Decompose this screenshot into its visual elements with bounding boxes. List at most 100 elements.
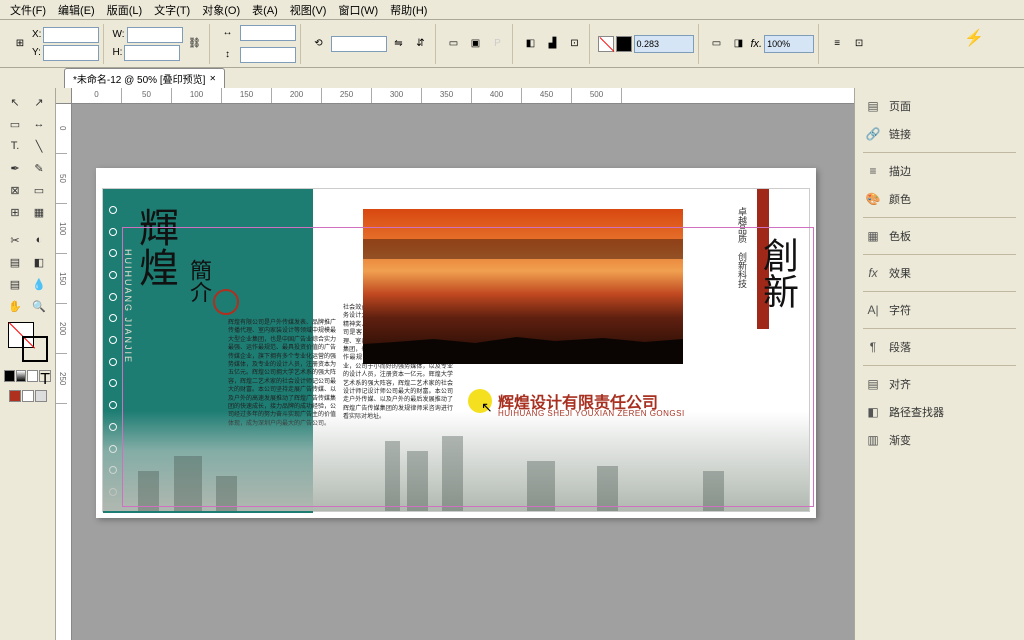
document-tab[interactable]: *未命名-12 @ 50% [叠印预览] ✕ [64,68,225,88]
mode-normal-icon[interactable] [9,390,21,402]
panel-pathfinder[interactable]: ◧路径查找器 [855,398,1024,426]
mode-preview-icon[interactable] [22,390,34,402]
ruler-vertical[interactable]: 050100150200250 [56,104,72,640]
constrain-icon[interactable]: ⛓ [185,34,205,54]
panel-link[interactable]: 🔗链接 [855,120,1024,148]
menu-object[interactable]: 对象(O) [196,0,246,20]
reference-point-icon[interactable]: ⊞ [10,34,30,54]
title-calligraphy: 輝煌 [135,207,175,287]
stroke-swatch[interactable] [616,36,632,52]
pathfinder-a-icon[interactable]: ◧ [521,34,541,54]
scale-y-icon[interactable]: ↕ [218,45,238,65]
rotate-icon[interactable]: ⟲ [309,34,329,54]
stroke-weight-input[interactable]: 0.283 [634,35,694,53]
hand-tool[interactable]: ✋ [4,296,26,316]
panel-align[interactable]: ▤对齐 [855,370,1024,398]
menu-window[interactable]: 窗口(W) [332,0,384,20]
flip-v-icon[interactable]: ⇵ [411,34,431,54]
select-content-icon[interactable]: ▣ [466,34,486,54]
para-icon: ¶ [865,340,881,354]
apply-color-icon[interactable] [4,370,15,382]
w-label: W: [112,29,124,40]
apply-none-icon[interactable] [27,370,38,382]
control-bar: ⊞ X: Y: W: H: ⛓ ↔ ↕ ⟲ ⇋ ⇵ ▭ ▣ P ◧ ▟ ⊡ 0 [0,20,1024,68]
panel-fx[interactable]: fx效果 [855,259,1024,287]
fill-swatch[interactable] [598,36,614,52]
menu-file[interactable]: 文件(F) [4,0,52,20]
selection-tool[interactable]: ↖ [4,92,26,112]
type-tool[interactable]: T. [4,136,26,156]
panel-color[interactable]: 🎨颜色 [855,185,1024,213]
panel-stroke[interactable]: ≡描边 [855,157,1024,185]
menu-help[interactable]: 帮助(H) [384,0,433,20]
ruler-horizontal[interactable]: 050100150200250300350400450500 [72,88,854,104]
apply-gradient-icon[interactable] [16,370,27,382]
artboard[interactable]: HUIHUANG JIANJIE HUIHUANG JIANJIE HUIHUA… [96,168,816,518]
canvas-area[interactable]: 050100150200250300350400450500 050100150… [56,88,854,640]
h-input[interactable] [124,45,180,61]
rectangle-frame-tool[interactable]: ⊠ [4,180,26,200]
scale-x-icon[interactable]: ↔ [218,23,238,43]
pen-tool[interactable]: ✒ [4,158,26,178]
line-tool[interactable]: ╲ [28,136,50,156]
document-tabbar: *未命名-12 @ 50% [叠印预览] ✕ [0,68,1024,88]
fx-icon[interactable]: ▭ [707,34,727,54]
drop-shadow-icon[interactable]: ◨ [729,34,749,54]
grid-tool[interactable]: ▦ [28,202,50,222]
gradient-feather-tool[interactable]: ◧ [28,252,50,272]
table-tool[interactable]: ⊞ [4,202,26,222]
char-icon: A| [865,303,881,317]
fx-label-icon[interactable]: fx. [751,38,763,50]
free-transform-tool[interactable]: ◐ [28,230,50,250]
red-circle-icon [213,289,239,315]
y-label: Y: [32,47,41,58]
innovation-calligraphy: 創新 [752,237,804,309]
gap-tool[interactable]: ↔ [28,114,50,134]
lightning-icon[interactable]: ⚡ [964,28,984,48]
panel-gradient[interactable]: ▥渐变 [855,426,1024,454]
scissors-tool[interactable]: ✂ [4,230,26,250]
scale-y-input[interactable] [240,47,296,63]
rotate-input[interactable] [331,36,387,52]
x-input[interactable] [43,27,99,43]
scale-x-input[interactable] [240,25,296,41]
fx-panel-icon: fx [865,266,881,280]
gradient-swatch-tool[interactable]: ▤ [4,252,26,272]
mode-bleed-icon[interactable] [35,390,47,402]
menu-view[interactable]: 视图(V) [284,0,333,20]
menu-layout[interactable]: 版面(L) [101,0,148,20]
panel-char[interactable]: A|字符 [855,296,1024,324]
menu-edit[interactable]: 编辑(E) [52,0,101,20]
rectangle-tool[interactable]: ▭ [28,180,50,200]
zoom-tool[interactable]: 🔍 [28,296,50,316]
y-input[interactable] [43,45,99,61]
corners-icon[interactable]: ⊡ [849,34,869,54]
panel-swatch[interactable]: ▦色板 [855,222,1024,250]
eyedropper-tool[interactable]: 💧 [28,274,50,294]
menubar: 文件(F) 编辑(E) 版面(L) 文字(T) 对象(O) 表(A) 视图(V)… [0,0,1024,20]
fill-stroke-proxy[interactable] [8,322,48,362]
pathfinder-b-icon[interactable]: ▟ [543,34,563,54]
opacity-input[interactable]: 100% [764,35,814,53]
page-tool[interactable]: ▭ [4,114,26,134]
text-letter-icon[interactable]: P [488,34,508,54]
tagline-vertical: 卓越品质 创新科技 [736,207,749,288]
close-tab-icon[interactable]: ✕ [209,74,216,83]
pathfinder-c-icon[interactable]: ⊡ [565,34,585,54]
wrap-icon[interactable]: ≡ [827,34,847,54]
panel-page[interactable]: ▤页面 [855,92,1024,120]
ruler-origin[interactable] [56,88,72,104]
direct-selection-tool[interactable]: ↗ [28,92,50,112]
select-container-icon[interactable]: ▭ [444,34,464,54]
menu-text[interactable]: 文字(T) [148,0,196,20]
pencil-tool[interactable]: ✎ [28,158,50,178]
gradient-icon: ▥ [865,433,881,447]
panel-para[interactable]: ¶段落 [855,333,1024,361]
w-input[interactable] [127,27,183,43]
formatting-text-icon[interactable]: T [39,370,51,382]
palette-icon: 🎨 [865,192,881,206]
note-tool[interactable]: ▤ [4,274,26,294]
flip-h-icon[interactable]: ⇋ [389,34,409,54]
menu-table[interactable]: 表(A) [246,0,284,20]
toolbox: ↖↗ ▭↔ T.╲ ✒✎ ⊠▭ ⊞▦ ✂◐ ▤◧ ▤💧 ✋🔍 T [0,88,56,640]
